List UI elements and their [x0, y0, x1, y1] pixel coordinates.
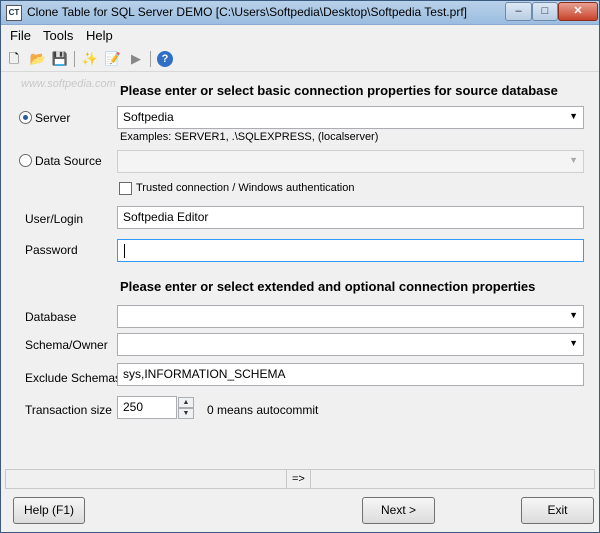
status-separator [310, 470, 311, 488]
run-icon[interactable]: ▶ [127, 50, 145, 68]
main-window: CT Clone Table for SQL Server DEMO [C:\U… [0, 0, 600, 533]
toolbar-separator [74, 51, 75, 67]
menu-help[interactable]: Help [86, 28, 113, 43]
toolbar-separator [150, 51, 151, 67]
new-file-icon[interactable]: 🗋 [5, 50, 23, 68]
help-icon[interactable]: ? [157, 51, 173, 67]
save-icon[interactable]: 💾 [51, 50, 69, 68]
user-input[interactable]: Softpedia Editor [117, 206, 584, 229]
exit-button[interactable]: Exit [521, 497, 594, 524]
schema-label: Schema/Owner [25, 338, 108, 352]
next-button[interactable]: Next > [362, 497, 435, 524]
spin-up-icon[interactable]: ▲ [178, 397, 194, 408]
menu-bar: File Tools Help [1, 25, 599, 45]
exclude-label: Exclude Schemas [25, 371, 122, 385]
exclude-input[interactable]: sys,INFORMATION_SCHEMA [117, 363, 584, 386]
trusted-label: Trusted connection / Windows authenticat… [136, 182, 355, 194]
watermark: www.softpedia.com [21, 78, 116, 90]
server-value: Softpedia [123, 110, 174, 124]
datasource-radio[interactable] [19, 154, 32, 167]
password-label: Password [25, 243, 78, 257]
minimize-button[interactable]: – [505, 2, 532, 21]
window-title: Clone Table for SQL Server DEMO [C:\User… [27, 5, 467, 19]
chevron-down-icon: ▼ [569, 111, 578, 121]
wizard-icon[interactable]: ✨ [81, 50, 99, 68]
transaction-input[interactable]: 250 [117, 396, 177, 419]
transaction-value: 250 [123, 400, 144, 414]
trusted-checkbox[interactable] [119, 182, 132, 195]
help-button[interactable]: Help (F1) [13, 497, 85, 524]
status-separator [286, 470, 287, 488]
open-folder-icon[interactable]: 📂 [29, 50, 47, 68]
password-input[interactable] [117, 239, 584, 262]
datasource-dropdown[interactable]: ▼ [117, 150, 584, 173]
server-examples: Examples: SERVER1, .\SQLEXPRESS, (locals… [120, 131, 379, 143]
user-value: Softpedia Editor [123, 210, 209, 224]
status-bar: => [5, 469, 595, 489]
chevron-down-icon: ▼ [569, 155, 578, 165]
menu-file[interactable]: File [10, 28, 31, 43]
close-button[interactable]: ✕ [558, 2, 598, 21]
server-label: Server [35, 111, 71, 125]
database-label: Database [25, 310, 77, 324]
extended-heading: Please enter or select extended and opti… [120, 279, 536, 294]
basic-heading: Please enter or select basic connection … [120, 83, 558, 98]
server-radio[interactable] [19, 111, 32, 124]
menu-tools[interactable]: Tools [43, 28, 73, 43]
database-dropdown[interactable]: ▼ [117, 305, 584, 328]
status-text: => [292, 473, 305, 485]
spin-down-icon[interactable]: ▼ [178, 408, 194, 419]
app-icon: CT [6, 5, 22, 21]
transaction-hint: 0 means autocommit [207, 403, 319, 417]
schema-dropdown[interactable]: ▼ [117, 333, 584, 356]
exclude-value: sys,INFORMATION_SCHEMA [123, 367, 286, 381]
chevron-down-icon: ▼ [569, 338, 578, 348]
user-label: User/Login [25, 212, 84, 226]
chevron-down-icon: ▼ [569, 310, 578, 320]
edit-icon[interactable]: 📝 [104, 50, 122, 68]
title-bar[interactable]: CT Clone Table for SQL Server DEMO [C:\U… [1, 1, 599, 25]
transaction-label: Transaction size [25, 403, 112, 417]
datasource-label: Data Source [35, 154, 102, 168]
toolbar: 🗋 📂 💾 ✨ 📝 ▶ ? [1, 46, 599, 72]
server-dropdown[interactable]: Softpedia ▼ [117, 106, 584, 129]
text-caret [124, 244, 125, 258]
maximize-button[interactable]: □ [532, 2, 558, 21]
